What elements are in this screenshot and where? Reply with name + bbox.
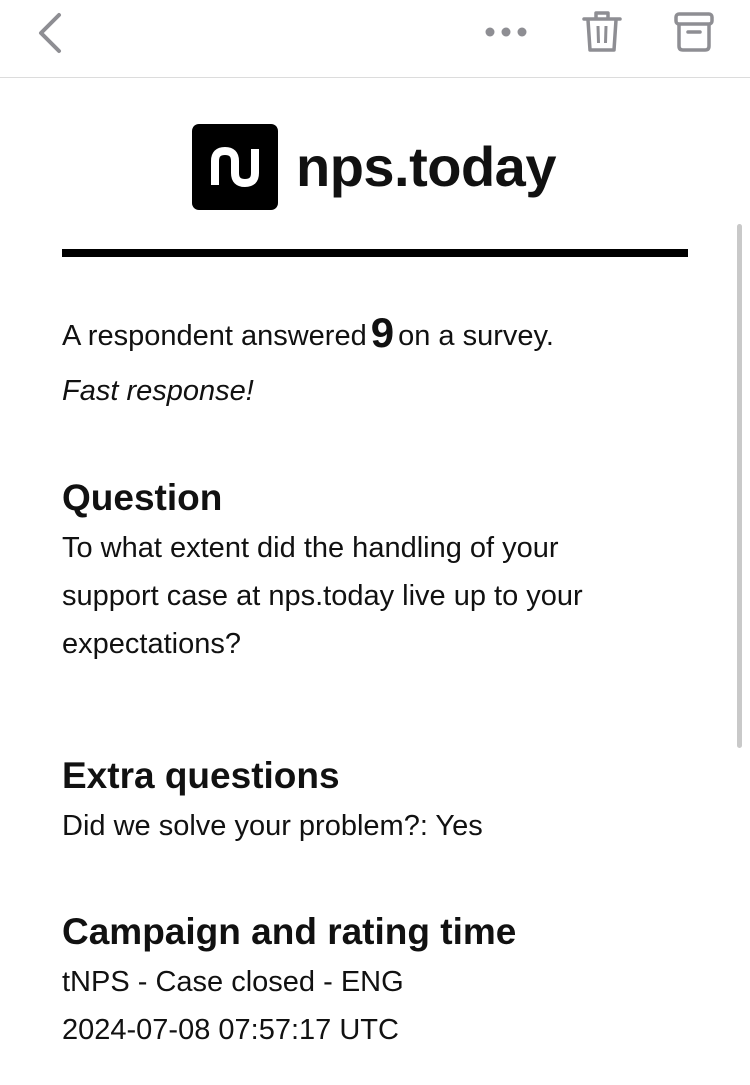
trash-icon xyxy=(582,11,622,52)
extra-questions-heading: Extra questions xyxy=(62,755,340,796)
divider xyxy=(62,249,688,257)
mail-toolbar xyxy=(0,0,750,78)
logo: nps.today xyxy=(192,124,556,210)
ellipsis-icon xyxy=(485,27,527,37)
score-value: 9 xyxy=(370,309,395,356)
back-button[interactable] xyxy=(28,10,72,56)
delete-button[interactable] xyxy=(576,8,628,56)
question-heading: Question xyxy=(62,477,223,518)
answer-suffix: on a survey. xyxy=(398,320,554,352)
response-note: Fast response! xyxy=(62,375,254,407)
more-button[interactable] xyxy=(478,14,534,50)
answer-summary: A respondent answered9 on a survey. xyxy=(62,312,554,354)
question-text: To what extent did the handling of your … xyxy=(62,532,583,660)
rating-time: 2024-07-08 07:57:17 UTC xyxy=(62,1014,399,1046)
scrollbar[interactable] xyxy=(737,224,742,748)
chevron-left-icon xyxy=(39,13,61,53)
answer-prefix: A respondent answered xyxy=(62,320,367,352)
archive-icon xyxy=(674,12,714,52)
nps-today-logo-icon xyxy=(192,124,278,210)
logo-wordmark: nps.today xyxy=(296,135,556,198)
campaign-name: tNPS - Case closed - ENG xyxy=(62,966,404,998)
extra-question-answer: Did we solve your problem?: Yes xyxy=(62,810,483,842)
archive-button[interactable] xyxy=(668,8,720,56)
campaign-heading: Campaign and rating time xyxy=(62,911,517,952)
